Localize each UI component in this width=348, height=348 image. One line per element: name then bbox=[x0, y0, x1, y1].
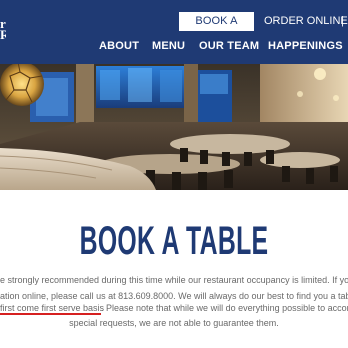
site-header: rR BOOK A TABLE ORDER ONLINE | ABOUT MEN… bbox=[0, 0, 348, 64]
page-title: BOOK A TABLE bbox=[79, 219, 269, 263]
nav-happenings[interactable]: HAPPENINGS bbox=[268, 38, 343, 54]
nav-about[interactable]: ABOUT bbox=[99, 38, 139, 54]
book-a-table-button[interactable]: BOOK A TABLE bbox=[179, 12, 254, 46]
restaurant-hero-image bbox=[0, 64, 348, 190]
logo[interactable]: rR bbox=[0, 18, 6, 40]
booking-text-line: e strongly recommended during this time … bbox=[0, 273, 348, 288]
booking-text-line-4: special requests, we are not able to gua… bbox=[69, 318, 279, 328]
nav-our-team[interactable]: OUR TEAM bbox=[199, 38, 259, 54]
highlight-underline bbox=[0, 313, 101, 315]
nav-separator: | bbox=[341, 15, 344, 27]
booking-text-line-1: e strongly recommended during this time … bbox=[0, 275, 348, 285]
order-online-link[interactable]: ORDER ONLINE bbox=[264, 12, 348, 31]
booking-text-line-3: . Please note that while we will do ever… bbox=[101, 303, 348, 313]
nav-menu[interactable]: MENU bbox=[152, 38, 185, 54]
booking-text-line: special requests, we are not able to gua… bbox=[0, 316, 348, 331]
